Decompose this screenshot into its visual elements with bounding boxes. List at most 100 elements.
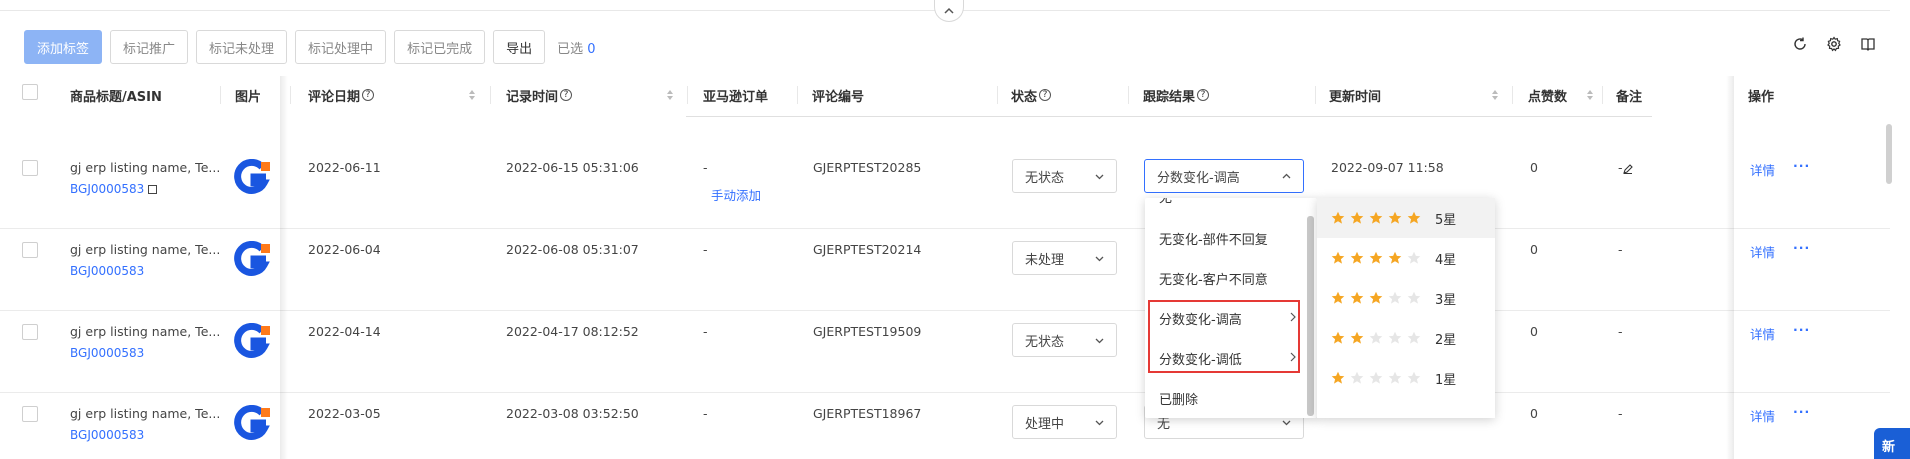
star-filled-icon xyxy=(1388,251,1402,264)
asin-link[interactable]: BGJ0000583 xyxy=(70,428,144,442)
header-review-id: 评论编号 xyxy=(812,89,865,105)
help-icon: ? xyxy=(362,89,375,101)
mark-promote-button[interactable]: 标记推广 xyxy=(110,30,189,64)
star-empty-icon xyxy=(1407,251,1421,264)
manual-add-link[interactable]: 手动添加 xyxy=(711,185,761,204)
export-button[interactable]: 导出 xyxy=(493,30,546,64)
detail-link[interactable]: 详情 xyxy=(1750,324,1775,343)
record-time: 2022-06-08 05:31:07 xyxy=(506,242,639,257)
star-option-2[interactable]: 2星 xyxy=(1317,318,1495,358)
column-separator xyxy=(1602,86,1603,104)
add-tag-button[interactable]: 添加标签 xyxy=(24,30,103,64)
dropdown-option[interactable]: 无变化-客户不同意 xyxy=(1145,258,1309,298)
header-record-time[interactable]: 记录时间? xyxy=(506,76,573,114)
help-icon: ? xyxy=(1039,89,1052,101)
detail-link[interactable]: 详情 xyxy=(1750,406,1775,425)
product-asin: BGJ0000583 xyxy=(70,181,158,196)
product-image xyxy=(234,159,270,194)
fixed-column-shadow xyxy=(280,76,288,459)
sort-icon[interactable] xyxy=(1586,89,1594,101)
note-value: - xyxy=(1618,242,1623,257)
asin-link[interactable]: BGJ0000583 xyxy=(70,182,144,196)
review-id: GJERPTEST20285 xyxy=(813,160,922,175)
star-option-3[interactable]: 3星 xyxy=(1317,278,1495,318)
row-checkbox[interactable] xyxy=(22,324,38,340)
chevron-down-icon xyxy=(1095,256,1104,262)
product-title: gj erp listing name, Te... xyxy=(70,242,221,257)
more-actions-button[interactable]: ··· xyxy=(1793,322,1810,337)
star-empty-icon xyxy=(1388,331,1402,344)
chevron-down-icon xyxy=(1095,174,1104,180)
note-value: - xyxy=(1618,324,1623,339)
star-empty-icon xyxy=(1407,371,1421,384)
amazon-order: - xyxy=(703,242,708,257)
star-option-1[interactable]: 1星 xyxy=(1317,358,1495,398)
asin-link[interactable]: BGJ0000583 xyxy=(70,346,144,360)
status-select[interactable]: 无状态 xyxy=(1012,159,1117,193)
star-option-4[interactable]: 4星 xyxy=(1317,238,1495,278)
mark-unprocessed-button[interactable]: 标记未处理 xyxy=(196,30,288,64)
status-select[interactable]: 无状态 xyxy=(1012,323,1117,357)
column-separator xyxy=(687,86,688,104)
detail-link[interactable]: 详情 xyxy=(1750,160,1775,179)
dropdown-option[interactable]: 无 xyxy=(1145,198,1309,216)
amazon-order: - xyxy=(703,324,708,339)
status-select[interactable]: 处理中 xyxy=(1012,405,1117,439)
header-actions: 操作 xyxy=(1748,89,1775,105)
dropdown-option[interactable]: 已删除 xyxy=(1145,378,1309,418)
product-asin: BGJ0000583 xyxy=(70,345,144,360)
likes-count: 0 xyxy=(1530,160,1538,175)
mark-processing-button[interactable]: 标记处理中 xyxy=(295,30,387,64)
mark-done-button[interactable]: 标记已完成 xyxy=(394,30,486,64)
dropdown-option[interactable]: 无变化-部件不回复 xyxy=(1145,218,1309,258)
more-actions-button[interactable]: ··· xyxy=(1793,404,1810,419)
sort-icon[interactable] xyxy=(666,89,674,101)
annotation-highlight xyxy=(1148,300,1300,373)
star-option-5[interactable]: 5星 xyxy=(1317,198,1495,238)
more-actions-button[interactable]: ··· xyxy=(1793,158,1810,173)
header-review-date-label: 评论日期 xyxy=(308,89,361,105)
star-rating xyxy=(1331,291,1421,305)
selected-number: 0 xyxy=(587,41,596,57)
chevron-down-icon xyxy=(1095,420,1104,426)
vertical-scrollbar[interactable] xyxy=(1886,124,1892,184)
more-actions-button[interactable]: ··· xyxy=(1793,240,1810,255)
chevron-down-icon xyxy=(1095,338,1104,344)
star-filled-icon xyxy=(1369,291,1383,304)
star-filled-icon xyxy=(1388,211,1402,224)
collapse-filter-button[interactable] xyxy=(934,0,964,22)
row-checkbox[interactable] xyxy=(22,242,38,258)
row-checkbox[interactable] xyxy=(22,160,38,176)
review-date: 2022-03-05 xyxy=(308,406,381,421)
sort-icon[interactable] xyxy=(1491,89,1499,101)
new-feature-badge[interactable]: 新 xyxy=(1874,428,1910,459)
star-label: 1星 xyxy=(1435,372,1457,388)
row-checkbox[interactable] xyxy=(22,406,38,422)
status-select[interactable]: 未处理 xyxy=(1012,241,1117,275)
header-update-time[interactable]: 更新时间 xyxy=(1329,76,1381,114)
edit-icon[interactable] xyxy=(1622,163,1633,174)
settings-icon[interactable] xyxy=(1826,36,1842,52)
header-status-label: 状态 xyxy=(1011,89,1038,105)
star-filled-icon xyxy=(1350,331,1364,344)
copy-icon[interactable] xyxy=(148,185,158,194)
star-empty-icon xyxy=(1407,291,1421,304)
detail-link[interactable]: 详情 xyxy=(1750,242,1775,261)
sort-icon[interactable] xyxy=(468,89,476,101)
help-icon: ? xyxy=(560,89,573,101)
header-review-date[interactable]: 评论日期? xyxy=(308,76,375,114)
refresh-icon[interactable] xyxy=(1792,36,1808,52)
status-value: 未处理 xyxy=(1025,252,1065,268)
asin-link[interactable]: BGJ0000583 xyxy=(70,264,144,278)
select-all-checkbox[interactable] xyxy=(22,84,38,100)
header-likes[interactable]: 点赞数 xyxy=(1528,76,1567,114)
dropdown-scrollbar[interactable] xyxy=(1307,216,1314,416)
header-tracking-label: 跟踪结果 xyxy=(1143,89,1196,105)
tracking-select[interactable]: 分数变化-调高 xyxy=(1144,159,1304,193)
selected-prefix: 已选 xyxy=(557,41,584,57)
note-value: - xyxy=(1618,406,1623,421)
status-value: 处理中 xyxy=(1025,416,1065,432)
fixed-column-shadow xyxy=(1726,76,1734,459)
book-icon[interactable] xyxy=(1860,36,1876,52)
column-separator xyxy=(220,86,221,104)
